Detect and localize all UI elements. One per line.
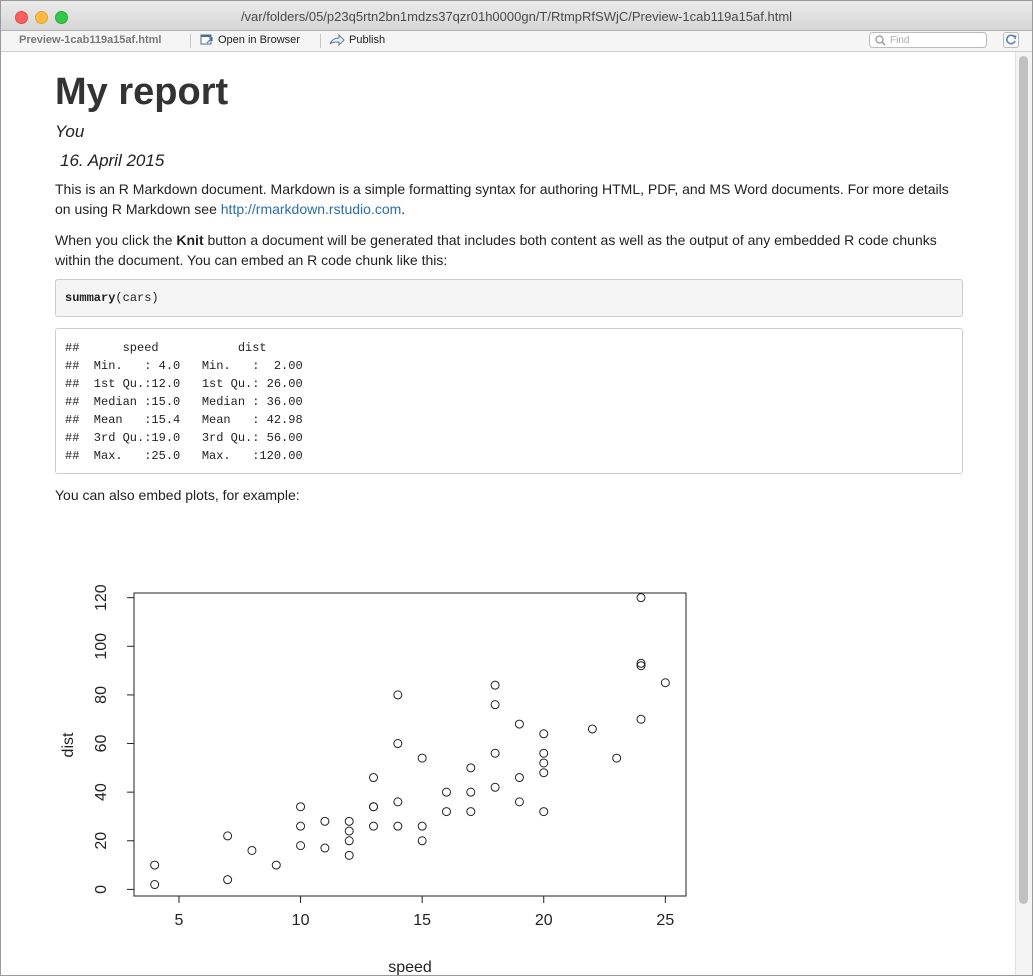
scatter-point [539, 807, 549, 817]
scatter-point [612, 753, 622, 763]
scatter-point [539, 768, 549, 778]
window-title: /var/folders/05/p23q5rtn2bn1mdzs37qzr01h… [240, 9, 793, 24]
scatter-point [466, 787, 476, 797]
open-in-browser-button[interactable]: Open in Browser [200, 34, 300, 46]
vertical-scrollbar[interactable] [1015, 52, 1032, 975]
scatter-point [466, 807, 476, 817]
scatter-point [660, 678, 670, 688]
x-axis: 5 10 15 20 25 [175, 895, 674, 929]
scatter-point [393, 739, 403, 749]
x-tick-label: 20 [535, 912, 553, 929]
scatter-point [369, 802, 379, 812]
scatter-point [490, 700, 500, 710]
find-placeholder: Find [890, 34, 910, 46]
refresh-button[interactable] [1003, 32, 1019, 48]
scatter-point [417, 753, 427, 763]
scatter-point [466, 763, 476, 773]
y-axis: 0 20 40 60 80 100 120 [93, 584, 135, 894]
scatter-point [223, 831, 233, 841]
scatter-point [539, 729, 549, 739]
scatter-point [223, 875, 233, 885]
x-tick-label: 5 [175, 912, 184, 929]
publish-button[interactable]: Publish [329, 34, 385, 46]
scatter-point [587, 724, 597, 734]
plot-frame [133, 592, 687, 897]
scatter-plot: 5 10 15 20 25 0 20 40 60 80 100 120 speed dist [60, 584, 687, 975]
browser-window: /var/folders/05/p23q5rtn2bn1mdzs37qzr01h… [0, 0, 1033, 976]
scatter-point [417, 836, 427, 846]
scatter-point [247, 845, 257, 855]
scatter-point [514, 797, 524, 807]
y-tick-label: 80 [93, 686, 110, 704]
y-tick-label: 120 [93, 584, 110, 611]
toolbar-divider [320, 34, 321, 48]
y-axis-label: dist [60, 732, 77, 757]
x-tick-label: 10 [292, 912, 310, 929]
scatter-point [393, 797, 403, 807]
scatter-point [636, 593, 646, 603]
scatter-point [539, 748, 549, 758]
x-axis-label: speed [388, 959, 432, 975]
scatter-point [636, 714, 646, 724]
y-tick-label: 60 [93, 735, 110, 753]
scatter-point [296, 821, 306, 831]
scatter-point [369, 773, 379, 783]
scatter-point [417, 821, 427, 831]
publish-icon [329, 34, 345, 46]
publish-label: Publish [349, 34, 386, 46]
scatter-point [296, 841, 306, 851]
scatter-point [441, 807, 451, 817]
scatter-point [320, 816, 330, 826]
scatter-point [320, 843, 330, 853]
x-tick-label: 25 [656, 912, 674, 929]
title-bar: /var/folders/05/p23q5rtn2bn1mdzs37qzr01h… [1, 1, 1032, 31]
scatter-point [490, 748, 500, 758]
scatter-point [441, 787, 451, 797]
scatter-point [271, 860, 281, 870]
y-tick-label: 40 [93, 783, 110, 801]
scatter-point [296, 802, 306, 812]
scrollbar-thumb[interactable] [1019, 56, 1028, 904]
open-in-browser-label: Open in Browser [218, 34, 300, 46]
scatter-point [344, 816, 354, 826]
search-icon [875, 34, 886, 46]
y-tick-label: 20 [93, 832, 110, 850]
data-points [150, 593, 670, 890]
scatter-point [150, 880, 160, 890]
scatter-point [150, 860, 160, 870]
open-in-browser-icon [200, 34, 213, 45]
scatter-point [393, 821, 403, 831]
scatter-point [344, 850, 354, 860]
x-tick-label: 15 [413, 912, 431, 929]
scatter-point [369, 821, 379, 831]
scatter-point [393, 690, 403, 700]
file-name-label: Preview-1cab119a15af.html [19, 34, 162, 46]
scatter-point [514, 719, 524, 729]
refresh-icon [1006, 34, 1017, 45]
scatter-point [344, 826, 354, 836]
toolbar-divider [190, 34, 191, 48]
scatter-point [490, 782, 500, 792]
scatter-point [514, 773, 524, 783]
scatter-point [490, 680, 500, 690]
find-input[interactable]: Find [869, 32, 987, 48]
y-tick-label: 0 [93, 885, 110, 894]
viewer-toolbar: Preview-1cab119a15af.html Open in Browse… [1, 31, 1032, 52]
scatter-point [539, 758, 549, 768]
document-viewport[interactable]: My report You 16. April 2015 This is an … [1, 52, 1015, 975]
y-tick-label: 100 [93, 633, 110, 660]
scatter-point [344, 836, 354, 846]
